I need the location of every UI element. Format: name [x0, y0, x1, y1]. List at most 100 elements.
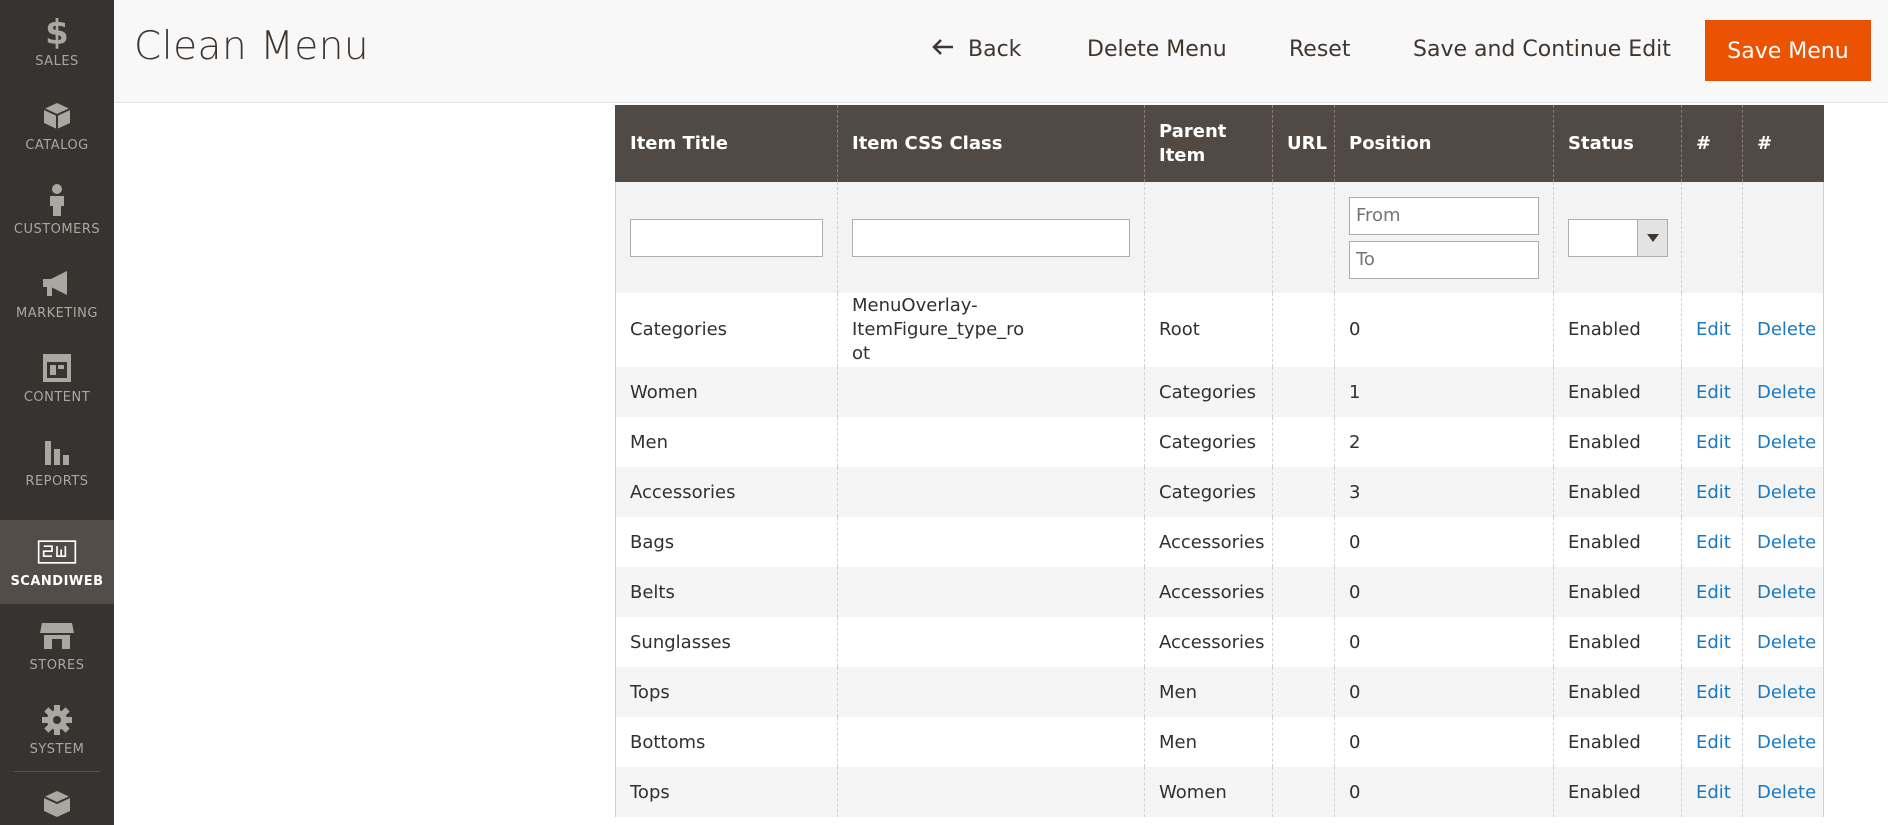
sidebar-item-marketing[interactable]: MARKETING	[0, 252, 114, 336]
sidebar-item-stores[interactable]: STORES	[0, 604, 114, 688]
table-cell: Delete	[1742, 467, 1824, 517]
item-title-filter-input[interactable]	[630, 218, 823, 257]
edit-link[interactable]: Edit	[1696, 782, 1731, 803]
table-row[interactable]: Categories MenuOverlay-ItemFigure_type_ro…	[615, 293, 1824, 367]
admin-sidebar: $ SALES CATALOG CUSTOMERS MARKETING CONT…	[0, 0, 114, 825]
edit-link[interactable]: Edit	[1696, 382, 1731, 403]
edit-link[interactable]: Edit	[1696, 319, 1731, 340]
table-row[interactable]: Tops Women 0 Enabled Edit Delete	[615, 767, 1824, 817]
table-cell	[837, 467, 1145, 517]
table-row[interactable]: Men Categories 2 Enabled Edit Delete	[615, 417, 1824, 467]
delete-link[interactable]: Delete	[1757, 532, 1816, 553]
table-cell: 0	[1334, 767, 1554, 817]
person-icon	[37, 180, 77, 220]
cell-position: 0	[1349, 581, 1361, 603]
cell-status: Enabled	[1568, 431, 1641, 453]
table-cell: Tops	[615, 667, 838, 717]
edit-link[interactable]: Edit	[1696, 632, 1731, 653]
table-cell: Delete	[1742, 717, 1824, 767]
table-cell: Enabled	[1553, 767, 1682, 817]
table-row[interactable]: Tops Men 0 Enabled Edit Delete	[615, 667, 1824, 717]
position-to-input[interactable]	[1349, 240, 1539, 279]
cell-item-title: Belts	[630, 581, 675, 603]
table-cell	[837, 567, 1145, 617]
sidebar-item-reports[interactable]: REPORTS	[0, 420, 114, 504]
sidebar-item-catalog[interactable]: CATALOG	[0, 84, 114, 168]
cell-parent-item: Categories	[1159, 381, 1257, 403]
table-cell: Delete	[1742, 517, 1824, 567]
cell-item-title: Tops	[630, 781, 670, 803]
filter-cell	[615, 182, 838, 293]
status-filter-select[interactable]	[1568, 218, 1668, 257]
cell-parent-item: Accessories	[1159, 631, 1265, 653]
sidebar-divider	[14, 771, 100, 772]
delete-link[interactable]: Delete	[1757, 582, 1816, 603]
sidebar-item-content[interactable]: CONTENT	[0, 336, 114, 420]
table-cell: Delete	[1742, 667, 1824, 717]
edit-link[interactable]: Edit	[1696, 432, 1731, 453]
cell-status: Enabled	[1568, 531, 1641, 553]
column-header-position[interactable]: Position	[1334, 105, 1554, 182]
table-row[interactable]: Sunglasses Accessories 0 Enabled Edit Delete	[615, 617, 1824, 667]
delete-menu-button[interactable]: Delete Menu	[1087, 32, 1227, 68]
position-from-input[interactable]	[1349, 196, 1539, 235]
cell-item-title: Tops	[630, 681, 670, 703]
reset-button[interactable]: Reset	[1289, 32, 1350, 68]
save-and-continue-button[interactable]: Save and Continue Edit	[1413, 32, 1671, 68]
cube-icon	[37, 784, 77, 824]
layout-icon	[37, 348, 77, 388]
filter-cell	[837, 182, 1145, 293]
table-cell	[837, 767, 1145, 817]
save-menu-button[interactable]: Save Menu	[1705, 20, 1871, 81]
column-header-parent-item[interactable]: Parent Item	[1144, 105, 1273, 182]
table-cell: Delete	[1742, 617, 1824, 667]
item-css-class-filter-input[interactable]	[852, 218, 1130, 257]
table-cell: Delete	[1742, 567, 1824, 617]
table-row[interactable]: Bags Accessories 0 Enabled Edit Delete	[615, 517, 1824, 567]
table-cell	[1272, 467, 1335, 517]
sidebar-item-customers[interactable]: CUSTOMERS	[0, 168, 114, 252]
grid-header-row: Item Title Item CSS Class Parent Item UR…	[615, 105, 1824, 182]
delete-link[interactable]: Delete	[1757, 632, 1816, 653]
edit-link[interactable]: Edit	[1696, 482, 1731, 503]
edit-link[interactable]: Edit	[1696, 582, 1731, 603]
delete-link[interactable]: Delete	[1757, 319, 1816, 340]
table-row[interactable]: Women Categories 1 Enabled Edit Delete	[615, 367, 1824, 417]
table-cell: Categories	[1144, 367, 1273, 417]
table-row[interactable]: Belts Accessories 0 Enabled Edit Delete	[615, 567, 1824, 617]
delete-link[interactable]: Delete	[1757, 782, 1816, 803]
delete-link[interactable]: Delete	[1757, 482, 1816, 503]
table-cell: Edit	[1681, 293, 1743, 367]
dollar-icon: $	[37, 12, 77, 52]
delete-link[interactable]: Delete	[1757, 682, 1816, 703]
table-cell: Edit	[1681, 417, 1743, 467]
delete-link[interactable]: Delete	[1757, 732, 1816, 753]
sidebar-item-label: SCANDIWEB	[10, 574, 104, 589]
table-cell: Categories	[1144, 417, 1273, 467]
table-cell: Delete	[1742, 417, 1824, 467]
table-row[interactable]: Bottoms Men 0 Enabled Edit Delete	[615, 717, 1824, 767]
edit-link[interactable]: Edit	[1696, 682, 1731, 703]
column-header-status[interactable]: Status	[1553, 105, 1682, 182]
cell-parent-item: Categories	[1159, 431, 1257, 453]
delete-link[interactable]: Delete	[1757, 382, 1816, 403]
sidebar-item-scandiweb[interactable]: SCANDIWEB	[0, 520, 114, 604]
edit-link[interactable]: Edit	[1696, 732, 1731, 753]
back-button[interactable]: Back	[932, 32, 1021, 68]
cell-parent-item: Men	[1159, 731, 1198, 753]
column-header-item-title[interactable]: Item Title	[615, 105, 838, 182]
sidebar-item-extensions[interactable]	[0, 778, 114, 825]
sidebar-item-system[interactable]: SYSTEM	[0, 688, 114, 772]
column-header-item-css-class[interactable]: Item CSS Class	[837, 105, 1145, 182]
column-header-url[interactable]: URL	[1272, 105, 1335, 182]
cell-parent-item: Accessories	[1159, 581, 1265, 603]
table-row[interactable]: Accessories Categories 3 Enabled Edit Delete	[615, 467, 1824, 517]
table-cell: Accessories	[615, 467, 838, 517]
delete-link[interactable]: Delete	[1757, 432, 1816, 453]
sidebar-item-sales[interactable]: $ SALES	[0, 0, 114, 84]
sidebar-item-label: CATALOG	[25, 138, 89, 153]
box-icon	[37, 96, 77, 136]
grid-filter-row	[615, 182, 1824, 293]
filter-cell	[1334, 182, 1554, 293]
edit-link[interactable]: Edit	[1696, 532, 1731, 553]
